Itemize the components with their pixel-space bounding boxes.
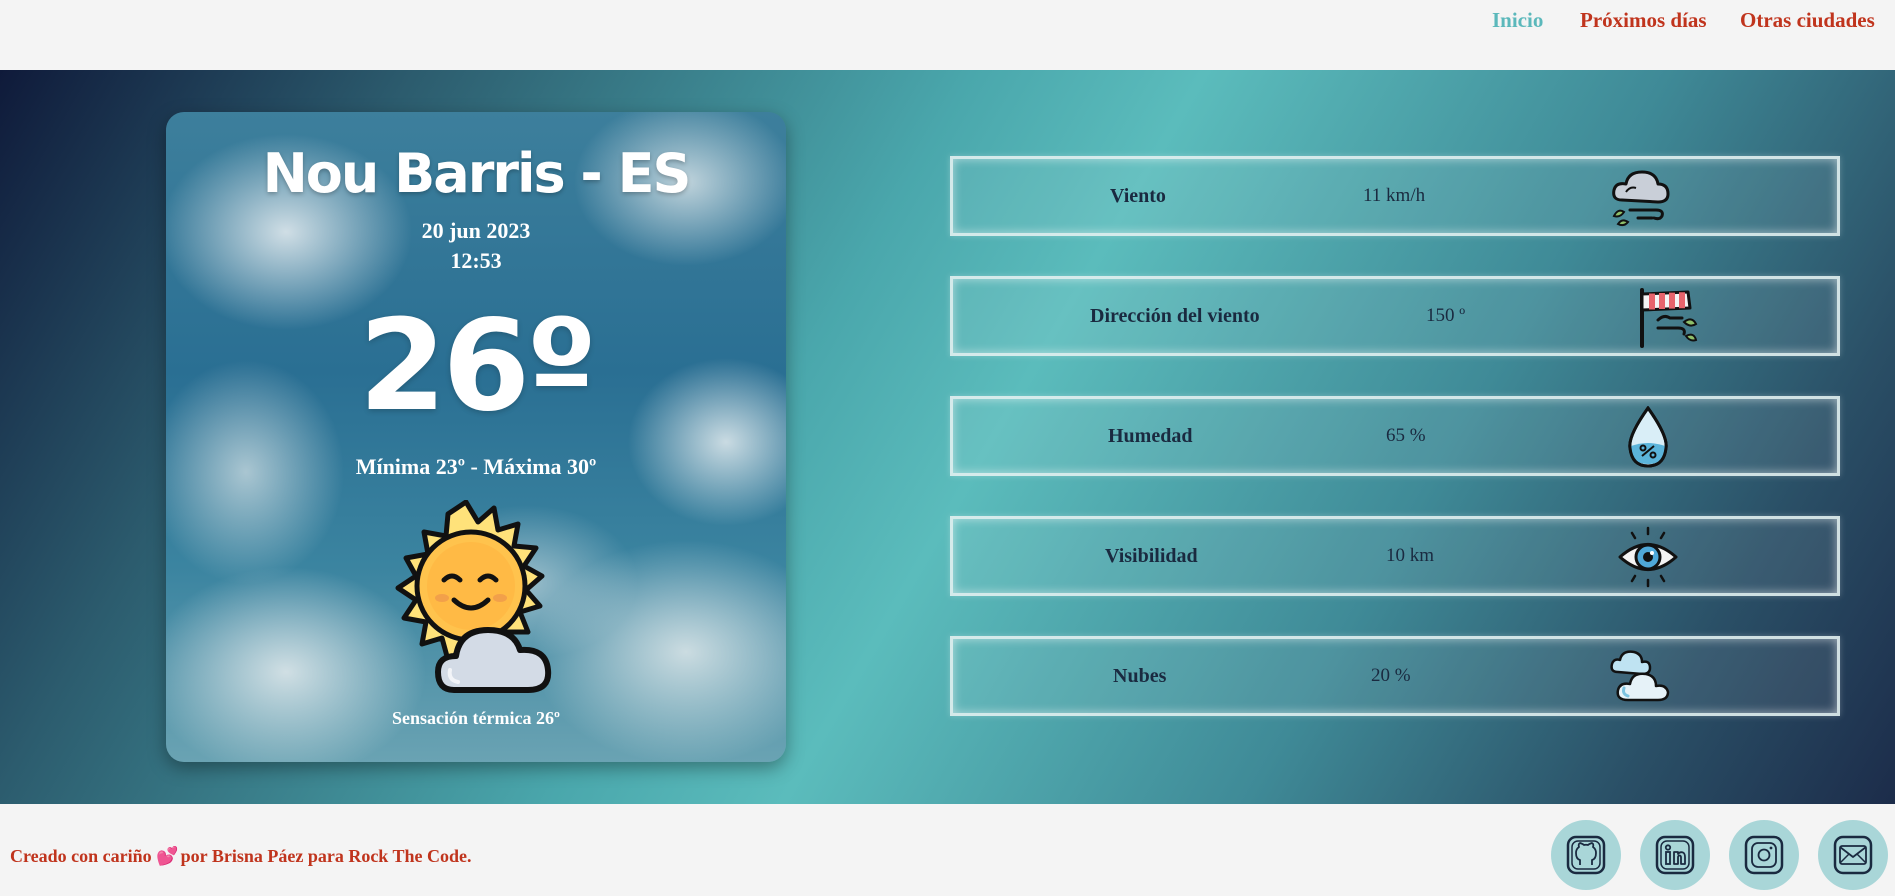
stat-value: 20 %: [1371, 665, 1411, 686]
clouds-icon: [1610, 650, 1670, 702]
instagram-icon: [1744, 835, 1784, 875]
email-link[interactable]: [1818, 820, 1888, 890]
stat-row-humedad: Humedad 65 %: [950, 396, 1840, 476]
city-weather-card: Nou Barris - ES 20 jun 2023 12:53 26º Mí…: [166, 112, 786, 762]
heart-icon: 💕: [156, 846, 179, 866]
stat-row-visibilidad: Visibilidad 10 km: [950, 516, 1840, 596]
mail-icon: [1833, 835, 1873, 875]
current-date: 20 jun 2023: [421, 218, 531, 243]
stat-row-direccion-viento: Dirección del viento 150 º: [950, 276, 1840, 356]
linkedin-icon: [1655, 835, 1695, 875]
stat-value: 10 km: [1386, 545, 1435, 566]
sun-behind-cloud-icon: [395, 500, 552, 693]
stat-value: 150 º: [1426, 305, 1466, 326]
windsock-icon: [1640, 288, 1698, 348]
stat-value: 11 km/h: [1363, 185, 1426, 206]
current-temperature: 26º: [358, 292, 597, 439]
eye-icon: [1618, 526, 1678, 588]
city-name: Nou Barris - ES: [262, 142, 692, 205]
credit-suffix: por Brisna Páez para Rock The Code.: [180, 846, 472, 866]
stat-label: Nubes: [1113, 665, 1167, 687]
nav-link-otras-ciudades[interactable]: Otras ciudades: [1740, 8, 1875, 33]
linkedin-link[interactable]: [1640, 820, 1710, 890]
github-icon: [1566, 835, 1606, 875]
nav-link-inicio[interactable]: Inicio: [1492, 8, 1543, 33]
stat-label: Dirección del viento: [1090, 305, 1260, 327]
credit-prefix: Creado con cariño: [10, 846, 152, 866]
stat-label: Viento: [1110, 185, 1166, 207]
wind-cloud-icon: [1612, 170, 1670, 227]
footer-credit: Creado con cariño 💕 por Brisna Páez para…: [10, 846, 472, 867]
stat-value: 65 %: [1386, 425, 1426, 446]
weather-main: Nou Barris - ES 20 jun 2023 12:53 26º Mí…: [0, 70, 1895, 804]
stat-row-viento: Viento 11 km/h: [950, 156, 1840, 236]
footer: Creado con cariño 💕 por Brisna Páez para…: [0, 804, 1895, 896]
instagram-link[interactable]: [1729, 820, 1799, 890]
github-link[interactable]: [1551, 820, 1621, 890]
min-max-temperature: Mínima 23º - Máxima 30º: [355, 454, 597, 479]
top-nav: Inicio Próximos días Otras ciudades: [0, 0, 1895, 70]
stat-label: Humedad: [1108, 425, 1193, 447]
feels-like-temperature: Sensación térmica 26º: [392, 708, 560, 728]
stat-row-nubes: Nubes 20 %: [950, 636, 1840, 716]
humidity-drop-icon: [1628, 406, 1668, 468]
nav-link-proximos-dias[interactable]: Próximos días: [1580, 8, 1707, 33]
stat-label: Visibilidad: [1105, 545, 1198, 567]
current-time: 12:53: [450, 248, 502, 273]
